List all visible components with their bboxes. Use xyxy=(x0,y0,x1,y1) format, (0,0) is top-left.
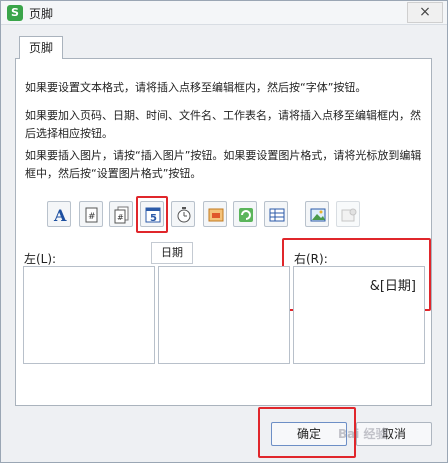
right-section-label: 右(R): xyxy=(294,252,328,266)
file-path-icon xyxy=(208,208,224,222)
svg-text:A: A xyxy=(53,206,67,224)
center-section-field[interactable] xyxy=(158,266,290,364)
tab-footer[interactable]: 页脚 xyxy=(19,36,63,59)
svg-text:#: # xyxy=(88,212,96,222)
total-pages-button[interactable]: # xyxy=(109,201,133,227)
right-section-field[interactable]: &[日期] xyxy=(293,266,425,364)
page-footer-dialog: S 页脚 × 页脚 如果要设置文本格式，请将插入点移至编辑框内，然后按“字体”按… xyxy=(0,0,448,463)
dialog-title: 页脚 xyxy=(29,7,54,21)
instruction-font: 如果要设置文本格式，请将插入点移至编辑框内，然后按“字体”按钮。 xyxy=(25,81,367,94)
font-button[interactable]: A xyxy=(47,201,71,227)
ok-button[interactable]: 确定 xyxy=(271,422,347,446)
total-pages-icon: # xyxy=(114,206,129,224)
instruction-picture: 如果要插入图片，请按“插入图片”按钮。如果要设置图片格式，请将光标放到编辑框中，… xyxy=(25,149,422,180)
sheet-name-button[interactable] xyxy=(264,201,288,227)
left-section-label: 左(L): xyxy=(24,252,57,266)
time-icon xyxy=(177,207,191,223)
wps-app-icon: S xyxy=(7,5,23,21)
file-path-button[interactable] xyxy=(203,201,227,227)
file-name-icon xyxy=(239,208,253,222)
file-name-button[interactable] xyxy=(233,201,257,227)
close-button[interactable]: × xyxy=(407,2,443,23)
sheet-name-icon xyxy=(269,208,285,222)
time-button[interactable] xyxy=(171,201,195,227)
date-button-highlight xyxy=(136,196,168,233)
insert-picture-icon xyxy=(310,208,326,222)
title-bar[interactable]: S 页脚 × xyxy=(1,1,447,25)
svg-text:#: # xyxy=(117,213,124,222)
instruction-fields: 如果要加入页码、日期、时间、文件名、工作表名，请将插入点移至编辑框内，然后选择相… xyxy=(25,109,421,140)
font-icon: A xyxy=(53,206,67,224)
right-section-value: &[日期] xyxy=(369,279,416,294)
date-tooltip: 日期 xyxy=(151,242,193,264)
insert-picture-button[interactable] xyxy=(305,201,329,227)
page-number-button[interactable]: # xyxy=(79,201,103,227)
format-picture-button[interactable] xyxy=(336,201,360,227)
page-number-icon: # xyxy=(85,207,98,223)
baidu-watermark: Bai 经验 xyxy=(338,427,388,441)
left-section-field[interactable] xyxy=(23,266,155,364)
format-picture-icon xyxy=(341,208,357,222)
